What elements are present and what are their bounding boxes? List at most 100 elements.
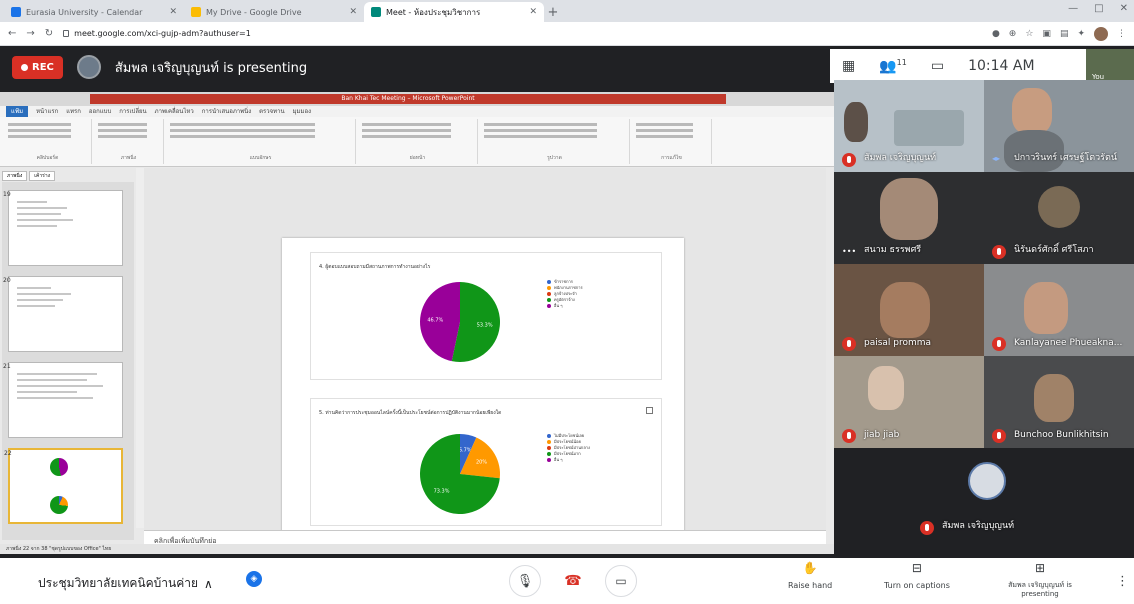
- close-tab-icon[interactable]: ✕: [349, 7, 357, 17]
- menu-kebab-icon[interactable]: ⋮: [1117, 29, 1126, 39]
- tab-title: Eurasia University - Calendar: [26, 7, 143, 17]
- legend-swatch: [547, 434, 551, 438]
- participant-video: [1034, 374, 1074, 422]
- hand-icon: ✋: [802, 561, 818, 575]
- ribbon-tab[interactable]: แทรก: [66, 106, 81, 117]
- ribbon-tab[interactable]: หน้าแรก: [36, 106, 58, 117]
- meet-bottom-bar: ประชุมวิทยาลัยเทคนิคบ้านค่าย ∧ ◈ 🎙 ☎ ▭ ✋…: [0, 558, 1134, 604]
- participant-tile[interactable]: Kanlayanee Phueakna...: [984, 264, 1134, 356]
- participant-tile[interactable]: Bunchoo Bunlikhitsin: [984, 356, 1134, 448]
- mic-muted-icon: [842, 337, 856, 351]
- participant-tile[interactable]: ••• สนาม ธรรพศรี: [834, 172, 984, 264]
- hang-up-icon: ☎: [564, 573, 582, 589]
- slide-number: 22: [4, 450, 12, 457]
- more-options-icon[interactable]: •••: [842, 247, 856, 256]
- extension-icon[interactable]: ▣: [1042, 29, 1051, 39]
- reload-icon[interactable]: ↻: [45, 28, 53, 39]
- participant-tile[interactable]: สัมพล เจริญบุญนท์: [834, 80, 984, 172]
- captions-button[interactable]: ⊟ Turn on captions: [884, 561, 950, 590]
- new-tab-button[interactable]: +: [544, 2, 562, 22]
- legend-swatch: [547, 292, 551, 296]
- legend-item: อื่น ๆ: [547, 457, 590, 463]
- powerpoint-titlebar: Ban Khai Tec Meeting – Microsoft PowerPo…: [0, 92, 834, 106]
- back-icon[interactable]: ←: [8, 28, 16, 39]
- chart-legend-2: ไม่มีประโยชน์เลย มีประโยชน์น้อย มีประโยชน์…: [547, 433, 590, 463]
- slide-thumbnail[interactable]: 19: [3, 190, 123, 266]
- ribbon-group: ภาพนิ่ง: [94, 119, 164, 164]
- more-options-icon[interactable]: ⋮: [1116, 574, 1129, 589]
- slides-panel: 19 20 21 22: [2, 182, 134, 540]
- chat-icon[interactable]: ▭: [931, 58, 944, 74]
- pie-value-label: 73.3%: [434, 489, 450, 495]
- tab-title: Meet - ห้องประชุมวิชาการ: [386, 7, 481, 17]
- present-now-button[interactable]: ⊞ สัมพล เจริญบุญนท์ is presenting: [994, 562, 1086, 599]
- minimize-icon[interactable]: —: [1068, 3, 1078, 14]
- ribbon-group: คลิปบอร์ด: [4, 119, 92, 164]
- leave-call-button[interactable]: ☎: [557, 565, 589, 597]
- ribbon-tab[interactable]: การเปลี่ยน: [119, 106, 146, 117]
- participant-tile[interactable]: นิรันดร์ศักดิ์ ศรีโสภา: [984, 172, 1134, 264]
- browser-tab-meet[interactable]: Meet - ห้องประชุมวิชาการ ✕: [364, 2, 544, 22]
- mic-muted-icon: [920, 521, 934, 535]
- participant-avatar: [968, 462, 1006, 500]
- pie-value-label: 46.7%: [427, 317, 443, 323]
- puzzle-icon[interactable]: ✦: [1077, 29, 1085, 39]
- ribbon-group-label: คลิปบอร์ด: [36, 155, 59, 161]
- pie-value-label: 20%: [476, 460, 487, 466]
- browser-tab-drive[interactable]: My Drive - Google Drive ✕: [184, 2, 364, 22]
- browser-tab-calendar[interactable]: Eurasia University - Calendar ✕: [4, 2, 184, 22]
- ribbon-tab[interactable]: มุมมอง: [293, 106, 311, 117]
- participant-video: [1024, 282, 1068, 334]
- zoom-icon[interactable]: ⊕: [1009, 29, 1017, 39]
- participant-name: สัมพล เจริญบุญนท์: [864, 153, 937, 163]
- profile-avatar[interactable]: [1094, 26, 1108, 41]
- close-tab-icon[interactable]: ✕: [169, 7, 177, 17]
- slide-thumbnail[interactable]: 21: [3, 362, 123, 438]
- ribbon-tab[interactable]: แฟ้ม: [6, 106, 29, 117]
- mic-muted-icon: [992, 429, 1006, 443]
- extension-icon[interactable]: ▤: [1060, 29, 1069, 39]
- close-window-icon[interactable]: ✕: [1120, 3, 1128, 14]
- participant-tile[interactable]: jiab jiab: [834, 356, 984, 448]
- pie-chart-1: 53.3% 46.7%: [420, 282, 500, 362]
- shield-icon[interactable]: ◈: [246, 571, 262, 587]
- self-view-thumbnail[interactable]: You: [1086, 49, 1134, 83]
- maximize-icon[interactable]: □: [1094, 3, 1103, 14]
- slides-panel-tabs: ภาพนิ่ง เค้าร่าง: [2, 171, 132, 181]
- raise-hand-label: Raise hand: [788, 581, 833, 590]
- camera-button[interactable]: ▭: [605, 565, 637, 597]
- meeting-details-button[interactable]: ประชุมวิทยาลัยเทคนิคบ้านค่าย ∧: [38, 574, 213, 593]
- url-text: meet.google.com/xci-gujp-adm?authuser=1: [74, 29, 251, 38]
- ribbon-tab[interactable]: ออกแบบ: [89, 106, 111, 117]
- ribbon-tab[interactable]: การนำเสนอภาพนิ่ง: [202, 106, 251, 117]
- close-tab-icon[interactable]: ✕: [529, 7, 537, 17]
- camera-permission-icon[interactable]: ●: [992, 29, 1000, 39]
- participant-name: Kanlayanee Phueakna...: [1014, 338, 1123, 348]
- participant-tile[interactable]: ◂▸ ปกาวรินทร์ เศรษฐ์โตวรัตน์: [984, 80, 1134, 172]
- slide-thumbnail-selected[interactable]: 22: [4, 448, 123, 524]
- grid-layout-icon[interactable]: ▦: [842, 58, 855, 74]
- record-dot-icon: [21, 63, 28, 71]
- tab-outline[interactable]: เค้าร่าง: [29, 171, 56, 181]
- people-icon[interactable]: 👥11: [879, 58, 907, 75]
- participant-video: [894, 110, 964, 146]
- slide-thumbnail[interactable]: 20: [3, 276, 123, 352]
- slides-scrollbar[interactable]: [136, 168, 144, 528]
- ribbon-tab[interactable]: ภาพเคลื่อนไหว: [155, 106, 194, 117]
- legend-swatch: [547, 446, 551, 450]
- ribbon-tab[interactable]: ตรวจทาน: [259, 106, 284, 117]
- copy-icon[interactable]: [646, 407, 653, 414]
- mini-pie-chart: [50, 458, 68, 476]
- raise-hand-button[interactable]: ✋ Raise hand: [788, 561, 833, 590]
- captions-icon: ⊟: [911, 561, 922, 575]
- meet-icon: [371, 7, 381, 17]
- star-icon[interactable]: ☆: [1025, 29, 1033, 39]
- participant-tile[interactable]: สัมพล เจริญบุญนท์: [912, 448, 1064, 540]
- participant-video: [868, 366, 904, 410]
- forward-icon[interactable]: →: [26, 28, 34, 39]
- ribbon-group-label: ภาพนิ่ง: [120, 155, 137, 161]
- url-field[interactable]: meet.google.com/xci-gujp-adm?authuser=1: [63, 29, 251, 38]
- participant-tile[interactable]: paisal promma: [834, 264, 984, 356]
- tab-slides[interactable]: ภาพนิ่ง: [2, 171, 28, 181]
- microphone-button[interactable]: 🎙: [509, 565, 541, 597]
